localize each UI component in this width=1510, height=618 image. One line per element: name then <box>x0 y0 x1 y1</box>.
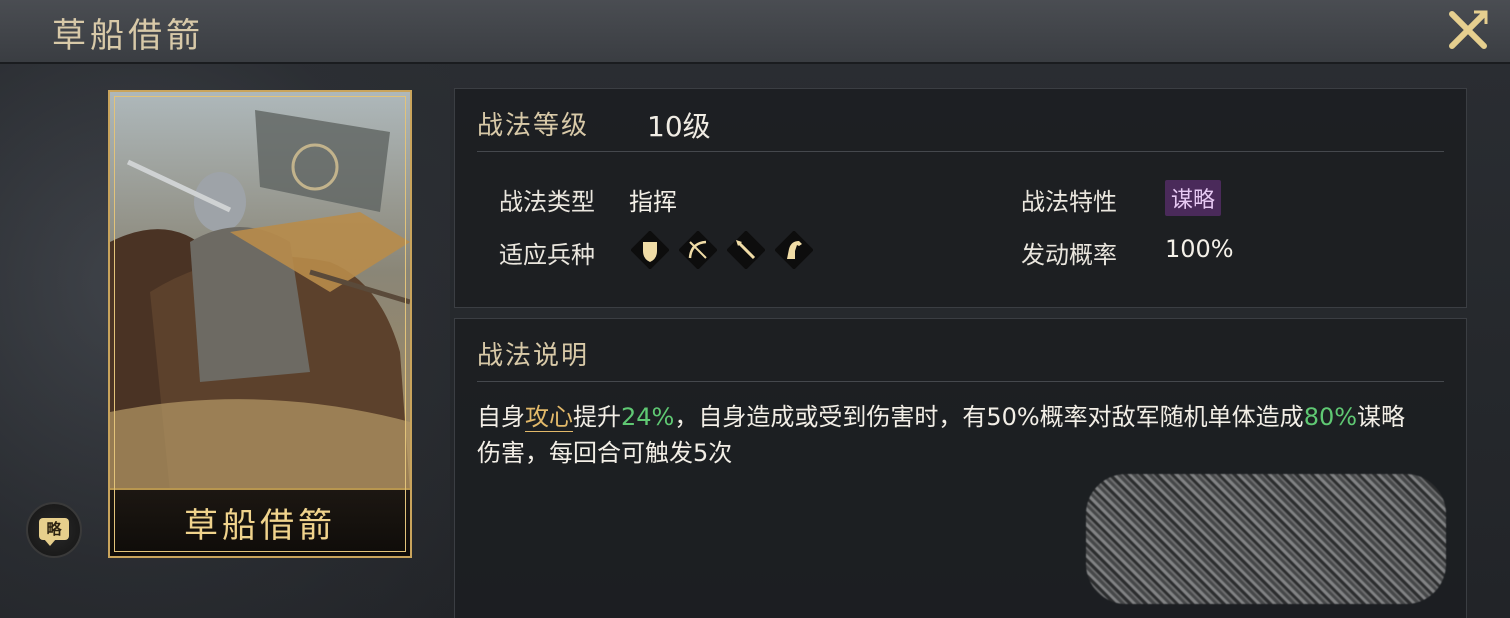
shield-icon <box>631 231 669 269</box>
tactic-description-panel: 战法说明 自身攻心提升24%，自身造成或受到伤害时，有50%概率对敌军随机单体造… <box>454 318 1467 618</box>
desc-text-2: 提升 <box>573 403 621 431</box>
tactic-trait-tag: 谋略 <box>1165 180 1222 216</box>
description-text: 自身攻心提升24%，自身造成或受到伤害时，有50%概率对敌军随机单体造成80%谋… <box>477 399 1427 471</box>
close-icon <box>1449 10 1488 49</box>
desc-text-3: ，自身造成或受到伤害时，有50%概率对敌军随机单体造成 <box>674 403 1304 431</box>
general-illustration <box>110 92 410 492</box>
card-name-bar: 草船借箭 <box>110 488 410 556</box>
tactic-type-label: 战法类型 <box>499 188 595 216</box>
tactic-info-panel: 战法等级 10级 战法类型 指挥 战法特性 谋略 适应兵种 发动概率 100% <box>454 88 1467 308</box>
troop-types-label: 适应兵种 <box>499 241 595 269</box>
card-name: 草船借箭 <box>184 506 336 546</box>
tactic-type-value: 指挥 <box>629 188 677 216</box>
bow-icon <box>679 231 717 269</box>
horse-icon <box>775 231 813 269</box>
page-title: 草船借箭 <box>52 16 204 56</box>
level-label: 战法等级 <box>477 111 590 141</box>
tactic-trait-label: 战法特性 <box>1021 188 1117 216</box>
description-label: 战法说明 <box>477 341 590 371</box>
divider <box>477 151 1444 152</box>
speech-bubble-icon <box>44 539 56 546</box>
close-button[interactable] <box>1444 6 1492 54</box>
strategy-type-badge[interactable]: 略 <box>26 502 82 558</box>
level-value: 10级 <box>647 110 711 143</box>
trigger-rate-label: 发动概率 <box>1021 241 1117 269</box>
desc-text-1: 自身 <box>477 403 525 431</box>
tactic-card: 草船借箭 <box>108 90 412 558</box>
keyword-gongxin[interactable]: 攻心 <box>525 403 573 432</box>
title-bar: 草船借箭 <box>0 0 1510 64</box>
value-highlight: 24% <box>621 403 675 431</box>
value-highlight: 80% <box>1303 403 1358 431</box>
badge-label: 略 <box>39 518 69 540</box>
divider <box>477 381 1444 382</box>
watermark <box>1086 474 1446 604</box>
trigger-rate-value: 100% <box>1165 235 1234 263</box>
spear-icon <box>727 231 765 269</box>
